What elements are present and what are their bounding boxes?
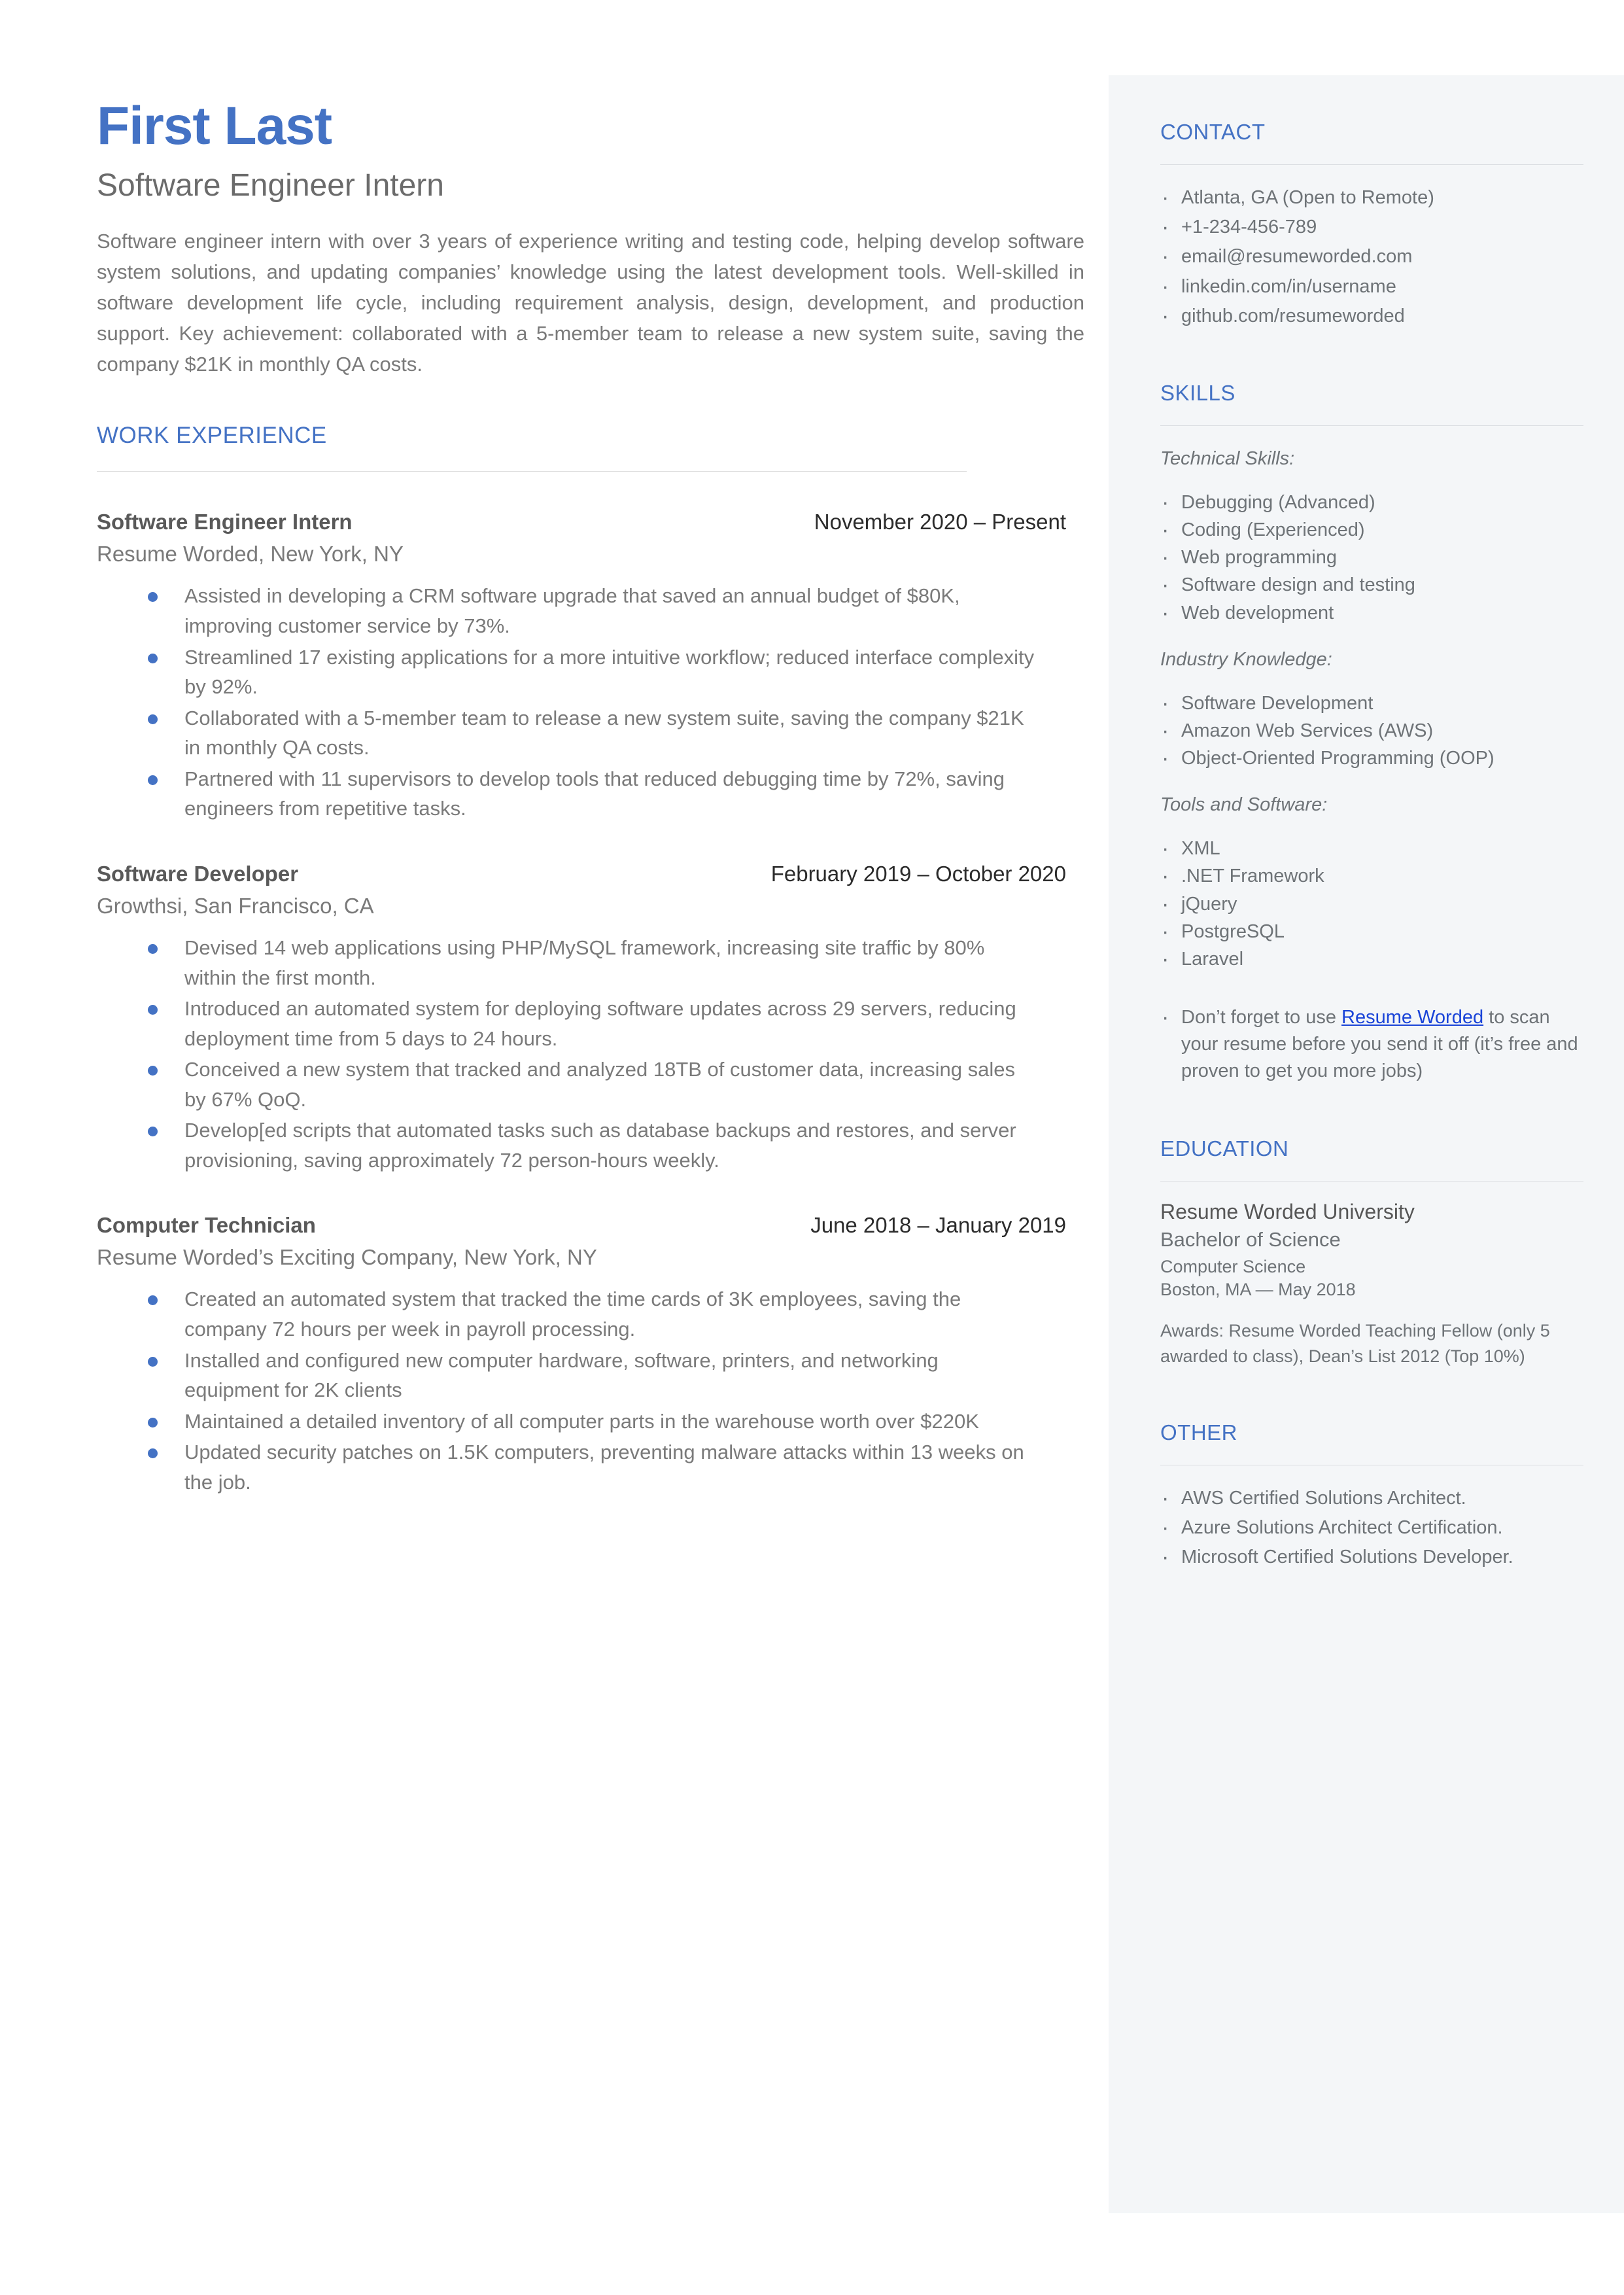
skill-item: XML — [1160, 834, 1583, 863]
contact-github[interactable]: github.com/resumeworded — [1160, 302, 1583, 330]
job-dates: June 2018 – January 2019 — [810, 1213, 1066, 1238]
job-bullet: Streamlined 17 existing applications for… — [144, 642, 1035, 702]
job-entry: Software Developer February 2019 – Octob… — [97, 862, 1084, 1176]
skill-group-label: Technical Skills: — [1160, 447, 1295, 469]
skill-group-industry: Industry Knowledge: Software Development… — [1160, 649, 1583, 773]
sidebar: CONTACT Atlanta, GA (Open to Remote) +1-… — [1109, 75, 1624, 2213]
skill-item: Web programming — [1160, 543, 1583, 572]
other-heading: OTHER — [1160, 1420, 1237, 1445]
contact-divider — [1160, 164, 1583, 165]
job-dates: November 2020 – Present — [814, 510, 1066, 534]
job-header-row: Software Developer February 2019 – Octob… — [97, 862, 1084, 886]
skills-heading: SKILLS — [1160, 380, 1235, 405]
other-list: AWS Certified Solutions Architect. Azure… — [1160, 1484, 1583, 1572]
skill-item: Object-Oriented Programming (OOP) — [1160, 744, 1583, 773]
job-bullet-list: Devised 14 web applications using PHP/My… — [97, 933, 1084, 1176]
certification-item: Microsoft Certified Solutions Developer. — [1160, 1543, 1583, 1571]
job-bullet: Installed and configured new computer ha… — [144, 1346, 1035, 1405]
education-heading: EDUCATION — [1160, 1136, 1289, 1161]
resume-worded-promo: Don’t forget to use Resume Worded to sca… — [1160, 1003, 1583, 1085]
skill-item: Software Development — [1160, 689, 1583, 718]
contact-heading: CONTACT — [1160, 120, 1266, 144]
skills-divider — [1160, 425, 1583, 426]
skill-item: Software design and testing — [1160, 570, 1583, 599]
job-bullet-list: Created an automated system that tracked… — [97, 1284, 1084, 1497]
candidate-name: First Last — [97, 96, 332, 156]
skill-item: Web development — [1160, 599, 1583, 627]
skill-group-technical: Technical Skills: Debugging (Advanced) C… — [1160, 448, 1583, 627]
education-divider — [1160, 1180, 1583, 1182]
job-company: Growthsi, San Francisco, CA — [97, 893, 374, 918]
job-title: Software Developer — [97, 861, 299, 886]
contact-linkedin[interactable]: linkedin.com/in/username — [1160, 272, 1583, 301]
skill-group-tools: Tools and Software: XML .NET Framework j… — [1160, 794, 1583, 973]
skill-item: Coding (Experienced) — [1160, 516, 1583, 544]
skill-list: Software Development Amazon Web Services… — [1160, 689, 1583, 773]
certification-item: AWS Certified Solutions Architect. — [1160, 1484, 1583, 1513]
job-bullet: Collaborated with a 5-member team to rel… — [144, 703, 1035, 763]
skill-item: .NET Framework — [1160, 862, 1583, 890]
job-title: Software Engineer Intern — [97, 510, 353, 534]
job-company: Resume Worded’s Exciting Company, New Yo… — [97, 1245, 597, 1270]
job-bullet: Introduced an automated system for deplo… — [144, 994, 1035, 1053]
education-section: EDUCATION Resume Worded University Bache… — [1160, 1136, 1583, 1369]
education-location-date: Boston, MA — May 2018 — [1160, 1279, 1356, 1299]
job-bullet-list: Assisted in developing a CRM software up… — [97, 581, 1084, 824]
contact-phone[interactable]: +1-234-456-789 — [1160, 213, 1583, 241]
promo-text-before: Don’t forget to use — [1181, 1007, 1342, 1028]
professional-summary: Software engineer intern with over 3 yea… — [97, 229, 1084, 376]
work-experience-divider — [97, 471, 967, 472]
job-bullet: Develop[ed scripts that automated tasks … — [144, 1115, 1035, 1175]
job-bullet: Partnered with 11 supervisors to develop… — [144, 764, 1035, 824]
certification-item: Azure Solutions Architect Certification. — [1160, 1513, 1583, 1542]
resume-page: First Last Software Engineer Intern Soft… — [0, 0, 1624, 2295]
skill-item: jQuery — [1160, 890, 1583, 919]
job-dates: February 2019 – October 2020 — [770, 861, 1066, 886]
job-header-row: Computer Technician June 2018 – January … — [97, 1213, 1084, 1238]
education-degree: Bachelor of Science — [1160, 1227, 1341, 1251]
skill-item: Debugging (Advanced) — [1160, 488, 1583, 517]
job-header-row: Software Engineer Intern November 2020 –… — [97, 510, 1084, 534]
education-awards: Awards: Resume Worded Teaching Fellow (o… — [1160, 1320, 1550, 1366]
main-column: First Last Software Engineer Intern Soft… — [97, 96, 1084, 1498]
skill-item: Laravel — [1160, 945, 1583, 973]
education-field: Computer Science — [1160, 1256, 1306, 1276]
job-bullet: Devised 14 web applications using PHP/My… — [144, 933, 1035, 992]
job-entry: Software Engineer Intern November 2020 –… — [97, 510, 1084, 824]
job-entry: Computer Technician June 2018 – January … — [97, 1213, 1084, 1497]
skills-section: SKILLS Technical Skills: Debugging (Adva… — [1160, 381, 1583, 1085]
education-school: Resume Worded University — [1160, 1199, 1415, 1223]
job-bullet: Conceived a new system that tracked and … — [144, 1055, 1035, 1114]
job-bullet: Updated security patches on 1.5K compute… — [144, 1437, 1035, 1497]
candidate-headline: Software Engineer Intern — [97, 168, 444, 203]
job-company: Resume Worded, New York, NY — [97, 542, 404, 567]
skill-group-label: Industry Knowledge: — [1160, 648, 1332, 670]
skill-list: XML .NET Framework jQuery PostgreSQL Lar… — [1160, 834, 1583, 973]
other-section: OTHER AWS Certified Solutions Architect.… — [1160, 1420, 1583, 1572]
contact-email[interactable]: email@resumeworded.com — [1160, 242, 1583, 271]
skill-item: Amazon Web Services (AWS) — [1160, 716, 1583, 745]
skill-list: Debugging (Advanced) Coding (Experienced… — [1160, 488, 1583, 627]
job-bullet: Created an automated system that tracked… — [144, 1284, 1035, 1344]
job-bullet: Maintained a detailed inventory of all c… — [144, 1407, 1035, 1437]
contact-list: Atlanta, GA (Open to Remote) +1-234-456-… — [1160, 183, 1583, 330]
skill-group-label: Tools and Software: — [1160, 794, 1328, 816]
skill-item: PostgreSQL — [1160, 917, 1583, 946]
work-experience-heading: WORK EXPERIENCE — [97, 423, 327, 449]
job-title: Computer Technician — [97, 1213, 316, 1238]
job-bullet: Assisted in developing a CRM software up… — [144, 581, 1035, 640]
contact-location: Atlanta, GA (Open to Remote) — [1160, 183, 1583, 212]
resume-worded-link[interactable]: Resume Worded — [1341, 1007, 1483, 1028]
